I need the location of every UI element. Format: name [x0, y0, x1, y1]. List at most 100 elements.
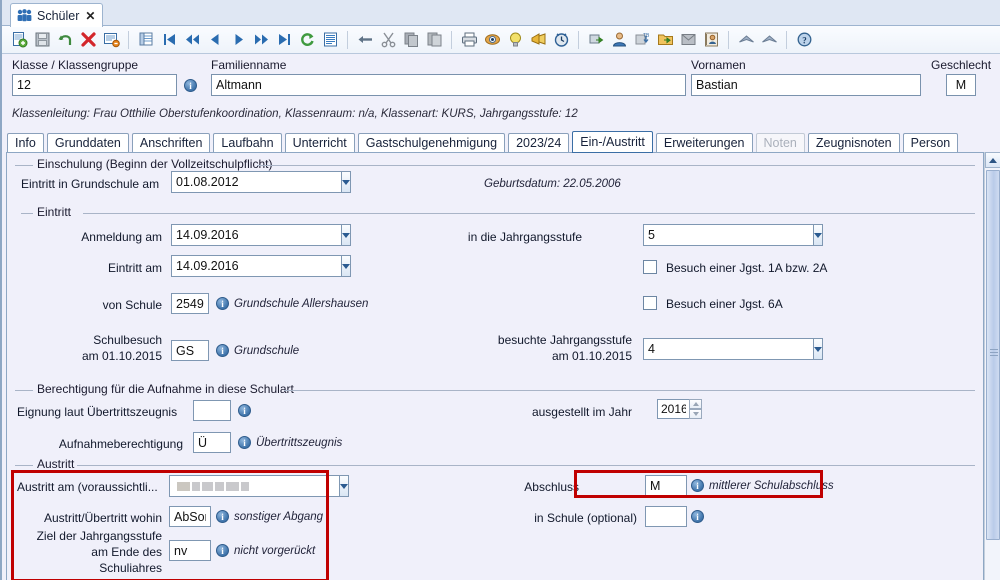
ein-austritt-panel: Einschulung (Beginn der Vollzeitschulpfl…	[6, 152, 984, 580]
checkbox-besuch-jgst-6a[interactable]	[643, 296, 657, 310]
user-icon[interactable]	[608, 29, 630, 51]
tab-info[interactable]: Info	[7, 133, 44, 153]
help-icon[interactable]: ?	[793, 29, 815, 51]
besuchte-jahrgangsstufe-combo[interactable]	[643, 338, 823, 360]
hint-icon[interactable]	[504, 29, 526, 51]
vornamen-input[interactable]	[691, 74, 921, 96]
print-icon[interactable]	[458, 29, 480, 51]
vertical-scrollbar[interactable]	[984, 152, 1000, 580]
eintritt-grundschule-combo[interactable]	[171, 171, 351, 193]
ziel-jahrgangsstufe-input[interactable]	[169, 540, 211, 561]
tab-zeugnisnoten[interactable]: Zeugnisnoten	[807, 133, 900, 153]
klasse-input[interactable]	[12, 74, 177, 96]
chevron-down-icon[interactable]	[813, 224, 823, 246]
eintritt-grundschule-input[interactable]	[171, 171, 341, 193]
copy-icon[interactable]	[400, 29, 422, 51]
tab-laufbahn[interactable]: Laufbahn	[213, 133, 282, 153]
von-schule-label: von Schule	[102, 298, 162, 312]
next-record-icon[interactable]	[227, 29, 249, 51]
familienname-input[interactable]	[211, 74, 686, 96]
preview-icon[interactable]	[481, 29, 503, 51]
document-icon[interactable]	[677, 29, 699, 51]
tab-anschriften[interactable]: Anschriften	[131, 133, 211, 153]
austritt-wohin-info-icon[interactable]: i	[216, 510, 229, 523]
delete-icon[interactable]	[77, 29, 99, 51]
report-icon[interactable]	[319, 29, 341, 51]
abschluss-info-icon[interactable]: i	[691, 479, 704, 492]
svg-text:?: ?	[802, 35, 807, 45]
undo-icon[interactable]	[54, 29, 76, 51]
ziel-jahrgangsstufe-info-icon[interactable]: i	[216, 544, 229, 557]
package-export-icon[interactable]	[585, 29, 607, 51]
von-schule-info-icon[interactable]: i	[216, 297, 229, 310]
tab-schuljahr-2023-24[interactable]: 2023/24	[508, 133, 570, 153]
schulbesuch-input[interactable]	[171, 340, 209, 361]
last-record-icon[interactable]	[273, 29, 295, 51]
aufnahmeberechtigung-info-icon[interactable]: i	[238, 436, 251, 449]
prev-record-icon[interactable]	[204, 29, 226, 51]
in-schule-optional-label: in Schule (optional)	[534, 511, 637, 525]
table-view-icon[interactable]	[135, 29, 157, 51]
tab-erweiterungen[interactable]: Erweiterungen	[655, 133, 753, 153]
aufnahmeberechtigung-input[interactable]	[193, 432, 231, 453]
chevron-down-icon[interactable]	[341, 224, 351, 246]
geschlecht-input[interactable]	[946, 74, 976, 96]
list-edit-icon[interactable]	[100, 29, 122, 51]
tab-person[interactable]: Person	[902, 133, 959, 153]
anmeldung-combo[interactable]	[171, 224, 351, 246]
window-tab-schueler[interactable]: Schüler ✕	[10, 3, 104, 27]
ausgestellt-im-jahr-spinner[interactable]	[657, 399, 702, 419]
chevron-down-icon[interactable]	[341, 171, 351, 193]
familienname-label: Familienname	[211, 58, 287, 72]
eignung-info-icon[interactable]: i	[238, 404, 251, 417]
close-icon[interactable]: ✕	[85, 10, 95, 22]
paste-icon[interactable]	[423, 29, 445, 51]
austritt-uebertritt-wohin-label: Austritt/Übertritt wohin	[43, 511, 162, 525]
up-chevron-2-icon[interactable]	[758, 29, 780, 51]
spinner-down-icon[interactable]	[689, 409, 702, 419]
tab-unterricht[interactable]: Unterricht	[284, 133, 355, 153]
schueler-application-window: Schüler ✕ TB ? Klasse / Klassengruppe 12…	[0, 0, 1000, 580]
fast-back-icon[interactable]	[181, 29, 203, 51]
new-record-icon[interactable]	[8, 29, 30, 51]
first-record-icon[interactable]	[158, 29, 180, 51]
besuchte-jahrgangsstufe-input[interactable]	[643, 338, 813, 360]
in-schule-info-icon[interactable]: i	[691, 510, 704, 523]
spinner-up-icon[interactable]	[689, 399, 702, 409]
save-icon[interactable]	[31, 29, 53, 51]
announce-icon[interactable]	[527, 29, 549, 51]
cut-icon[interactable]	[377, 29, 399, 51]
back-arrow-icon[interactable]	[354, 29, 376, 51]
contact-card-icon[interactable]	[700, 29, 722, 51]
chevron-down-icon[interactable]	[339, 475, 349, 497]
klasse-info-icon[interactable]: i	[184, 79, 197, 92]
chevron-down-icon[interactable]	[813, 338, 823, 360]
eintritt-am-label: Eintritt am	[107, 261, 162, 275]
tab-gastschulgenehmigung[interactable]: Gastschulgenehmigung	[357, 133, 506, 153]
fast-forward-icon[interactable]	[250, 29, 272, 51]
folder-export-icon[interactable]	[654, 29, 676, 51]
chevron-down-icon[interactable]	[341, 255, 351, 277]
eignung-input[interactable]	[193, 400, 231, 421]
checkbox-besuch-jgst-1a-2a[interactable]	[643, 260, 657, 274]
scroll-thumb[interactable]	[986, 170, 1000, 540]
tab-ein-austritt[interactable]: Ein-/Austritt	[572, 131, 653, 153]
tab-grunddaten[interactable]: Grunddaten	[46, 133, 129, 153]
jahrgangsstufe-combo[interactable]	[643, 224, 823, 246]
eintritt-am-combo[interactable]	[171, 255, 351, 277]
eintritt-am-input[interactable]	[171, 255, 341, 277]
import-tb-icon[interactable]: TB	[631, 29, 653, 51]
scroll-up-arrow-icon[interactable]	[985, 152, 1000, 168]
clock-icon[interactable]	[550, 29, 572, 51]
up-chevron-icon[interactable]	[735, 29, 757, 51]
anmeldung-input[interactable]	[171, 224, 341, 246]
ausgestellt-im-jahr-input[interactable]	[657, 399, 689, 419]
von-schule-input[interactable]	[171, 293, 209, 314]
in-schule-optional-input[interactable]	[645, 506, 687, 527]
ausgestellt-im-jahr-label: ausgestellt im Jahr	[531, 405, 632, 419]
schulbesuch-info-icon[interactable]: i	[216, 344, 229, 357]
austritt-uebertritt-wohin-input[interactable]	[169, 506, 211, 527]
abschluss-input[interactable]	[645, 475, 687, 496]
jahrgangsstufe-input[interactable]	[643, 224, 813, 246]
refresh-icon[interactable]	[296, 29, 318, 51]
